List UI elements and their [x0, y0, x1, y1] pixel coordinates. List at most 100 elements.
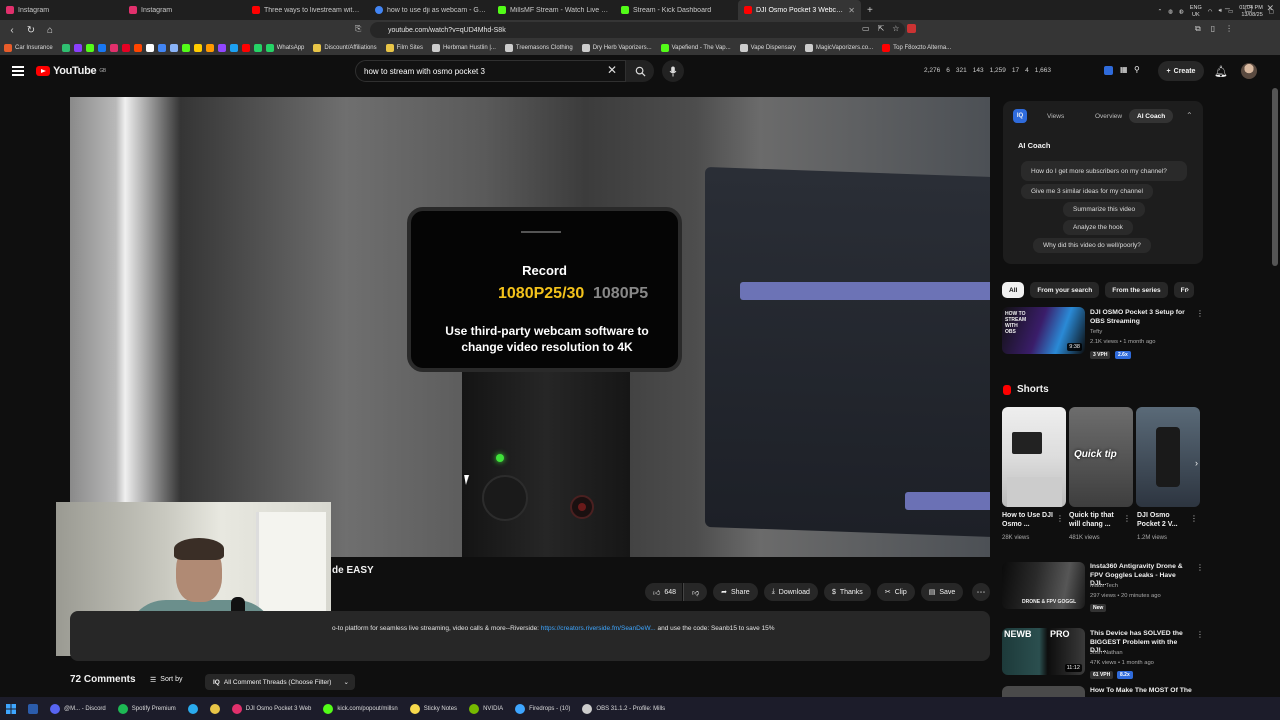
- address-bar[interactable]: youtube.com/watch?v=qUD4Mhd-S8k: [370, 22, 905, 38]
- more-vert-icon[interactable]: ⋮: [1123, 514, 1131, 523]
- more-vert-icon[interactable]: ⋮: [1196, 309, 1204, 318]
- browser-tab[interactable]: Stream - Kick Dashboard: [615, 0, 738, 20]
- cast-icon[interactable]: ▭: [862, 24, 870, 33]
- short-title[interactable]: DJI Osmo Pocket 2 V...: [1137, 511, 1193, 529]
- new-tab-button[interactable]: +: [861, 0, 881, 20]
- bookmark-item[interactable]: Dry Herb Vaporizers...: [581, 43, 652, 52]
- bookmark-item[interactable]: Treemasons Clothing: [504, 43, 573, 52]
- bookmark-item[interactable]: [193, 43, 202, 52]
- sort-by-button[interactable]: ☰ Sort by: [150, 676, 182, 684]
- bookmark-item[interactable]: MagicVaporizers.co...: [804, 43, 873, 52]
- search-input[interactable]: how to stream with osmo pocket 3: [355, 60, 626, 82]
- tab-overview[interactable]: Overview: [1087, 109, 1130, 123]
- coach-question[interactable]: How do I get more subscribers on my chan…: [1021, 161, 1187, 181]
- video-player[interactable]: Record 1080P25/30 1080P5 Use third-party…: [70, 97, 990, 557]
- video-title[interactable]: DJI OSMO Pocket 3 Setup for OBS Streamin…: [1090, 309, 1190, 326]
- reload-icon[interactable]: ↻: [24, 23, 38, 37]
- chevron-right-icon[interactable]: ›: [1195, 458, 1198, 468]
- browser-tab[interactable]: Instagram: [123, 0, 246, 20]
- page-scrollbar[interactable]: [1272, 88, 1278, 266]
- dislike-button[interactable]: 👎︎: [683, 583, 708, 601]
- tray-app-icon[interactable]: ◍: [1168, 9, 1173, 15]
- coach-question[interactable]: Summarize this video: [1063, 202, 1146, 217]
- download-button[interactable]: ⤓ Download: [763, 583, 818, 601]
- extensions-icon[interactable]: ⧉: [1195, 24, 1201, 34]
- hamburger-menu-icon[interactable]: [12, 66, 24, 76]
- taskbar-app[interactable]: Sticky Notes: [404, 697, 463, 720]
- bookmark-item[interactable]: [157, 43, 166, 52]
- more-vert-icon[interactable]: ⋮: [1056, 514, 1064, 523]
- coach-question[interactable]: Why did this video do well/poorly?: [1033, 238, 1151, 253]
- avatar[interactable]: [1241, 63, 1257, 79]
- extension-icon[interactable]: [1104, 66, 1113, 75]
- home-icon[interactable]: ⌂: [43, 23, 57, 37]
- bookmark-item[interactable]: Discount/Affiliations: [313, 43, 377, 52]
- back-icon[interactable]: ‹: [5, 23, 19, 37]
- bookmark-item[interactable]: [169, 43, 178, 52]
- description-box[interactable]: [70, 611, 990, 661]
- bookmark-item[interactable]: Vape Dispensary: [739, 43, 796, 52]
- bookmark-item[interactable]: [205, 43, 214, 52]
- short-title[interactable]: How to Use DJI Osmo ...: [1002, 511, 1058, 529]
- chip-from-series[interactable]: From the series: [1105, 282, 1168, 298]
- channel-name[interactable]: Tefty: [1090, 328, 1102, 337]
- bookmark-star-icon[interactable]: ⎘: [355, 24, 361, 34]
- browser-tab[interactable]: Instagram: [0, 0, 123, 20]
- bookmark-item[interactable]: WhatsApp: [265, 43, 304, 52]
- video-thumbnail[interactable]: HOW TO STREAM WITH OBS 9:38: [1002, 307, 1085, 354]
- bookmark-item[interactable]: [73, 43, 82, 52]
- description-link[interactable]: https://creators.riverside.fm/SeanDeW...: [541, 625, 656, 632]
- tray-expand-icon[interactable]: ⌃: [1158, 9, 1163, 15]
- tray-app-icon[interactable]: ◍: [1179, 9, 1184, 15]
- taskbar-app[interactable]: @M... - Discord: [44, 697, 112, 720]
- notifications-bell-icon[interactable]: 🔔︎: [1214, 65, 1228, 78]
- share-button[interactable]: ➦ Share: [713, 583, 758, 601]
- bookmark-item[interactable]: [97, 43, 106, 52]
- browser-tab[interactable]: MillsMF Stream - Watch Live on Kick: [492, 0, 615, 20]
- youtube-logo[interactable]: YouTube GB: [36, 65, 106, 77]
- chip-more[interactable]: Fr: [1173, 282, 1195, 298]
- bookmark-item[interactable]: [133, 43, 142, 52]
- short-thumbnail[interactable]: Quick tip: [1069, 407, 1133, 507]
- bookmark-item[interactable]: [109, 43, 118, 52]
- browser-tab-active[interactable]: DJI Osmo Pocket 3 Webcam ✕: [738, 0, 861, 20]
- share-icon[interactable]: ⇱: [878, 24, 885, 33]
- bookmark-item[interactable]: Herbman Hustlin |...: [431, 43, 496, 52]
- menu-dots-icon[interactable]: ⋮: [1225, 24, 1233, 34]
- tab-views[interactable]: Views: [1039, 109, 1072, 123]
- voice-search-button[interactable]: [662, 60, 684, 82]
- bookmark-item[interactable]: Vapefiend - The Vap...: [660, 43, 731, 52]
- search-button[interactable]: [626, 60, 654, 82]
- create-button[interactable]: + Create: [1158, 61, 1204, 81]
- taskbar-app[interactable]: NVIDIA: [463, 697, 509, 720]
- chevron-up-icon[interactable]: ⌃: [1186, 111, 1193, 120]
- funnel-icon[interactable]: ⚲: [1134, 65, 1140, 74]
- taskbar-app[interactable]: kick.com/popout/millsn: [317, 697, 403, 720]
- like-button[interactable]: 👍︎ 648: [645, 583, 683, 601]
- video-thumbnail[interactable]: [1002, 686, 1085, 697]
- clip-button[interactable]: ✂ Clip: [876, 583, 915, 601]
- browser-tab[interactable]: how to use dji as webcam - Google S: [369, 0, 492, 20]
- more-actions-button[interactable]: ⋯: [972, 583, 990, 601]
- chip-all[interactable]: All: [1002, 282, 1025, 298]
- bookmark-item[interactable]: Film Sites: [385, 43, 423, 52]
- bookmark-item[interactable]: [121, 43, 130, 52]
- taskbar-app[interactable]: OBS 31.1.2 - Profile: Mills: [576, 697, 671, 720]
- bookmark-item[interactable]: [241, 43, 250, 52]
- coach-question[interactable]: Analyze the hook: [1063, 220, 1133, 235]
- taskbar-app[interactable]: [182, 697, 204, 720]
- more-vert-icon[interactable]: ⋮: [1196, 563, 1204, 572]
- comment-filter-select[interactable]: IQ All Comment Threads (Choose Filter) ⌄: [205, 674, 355, 690]
- clock[interactable]: 01:04 PM 13/08/25: [1239, 5, 1263, 19]
- channel-name[interactable]: Josh Nathan: [1090, 649, 1123, 658]
- short-thumbnail[interactable]: [1002, 407, 1066, 507]
- wifi-icon[interactable]: ◠: [1208, 9, 1213, 15]
- battery-icon[interactable]: ▭: [1228, 9, 1233, 15]
- taskbar-search-icon[interactable]: [22, 697, 44, 720]
- bookmark-item[interactable]: Car Insurance: [4, 43, 53, 52]
- bookmark-item[interactable]: Top F8oxzto Alterna...: [882, 43, 951, 52]
- language-indicator[interactable]: ENG UK: [1190, 5, 1202, 19]
- notifications-icon[interactable]: ▢: [1269, 9, 1274, 15]
- bookmark-item[interactable]: [217, 43, 226, 52]
- more-vert-icon[interactable]: ⋮: [1190, 514, 1198, 523]
